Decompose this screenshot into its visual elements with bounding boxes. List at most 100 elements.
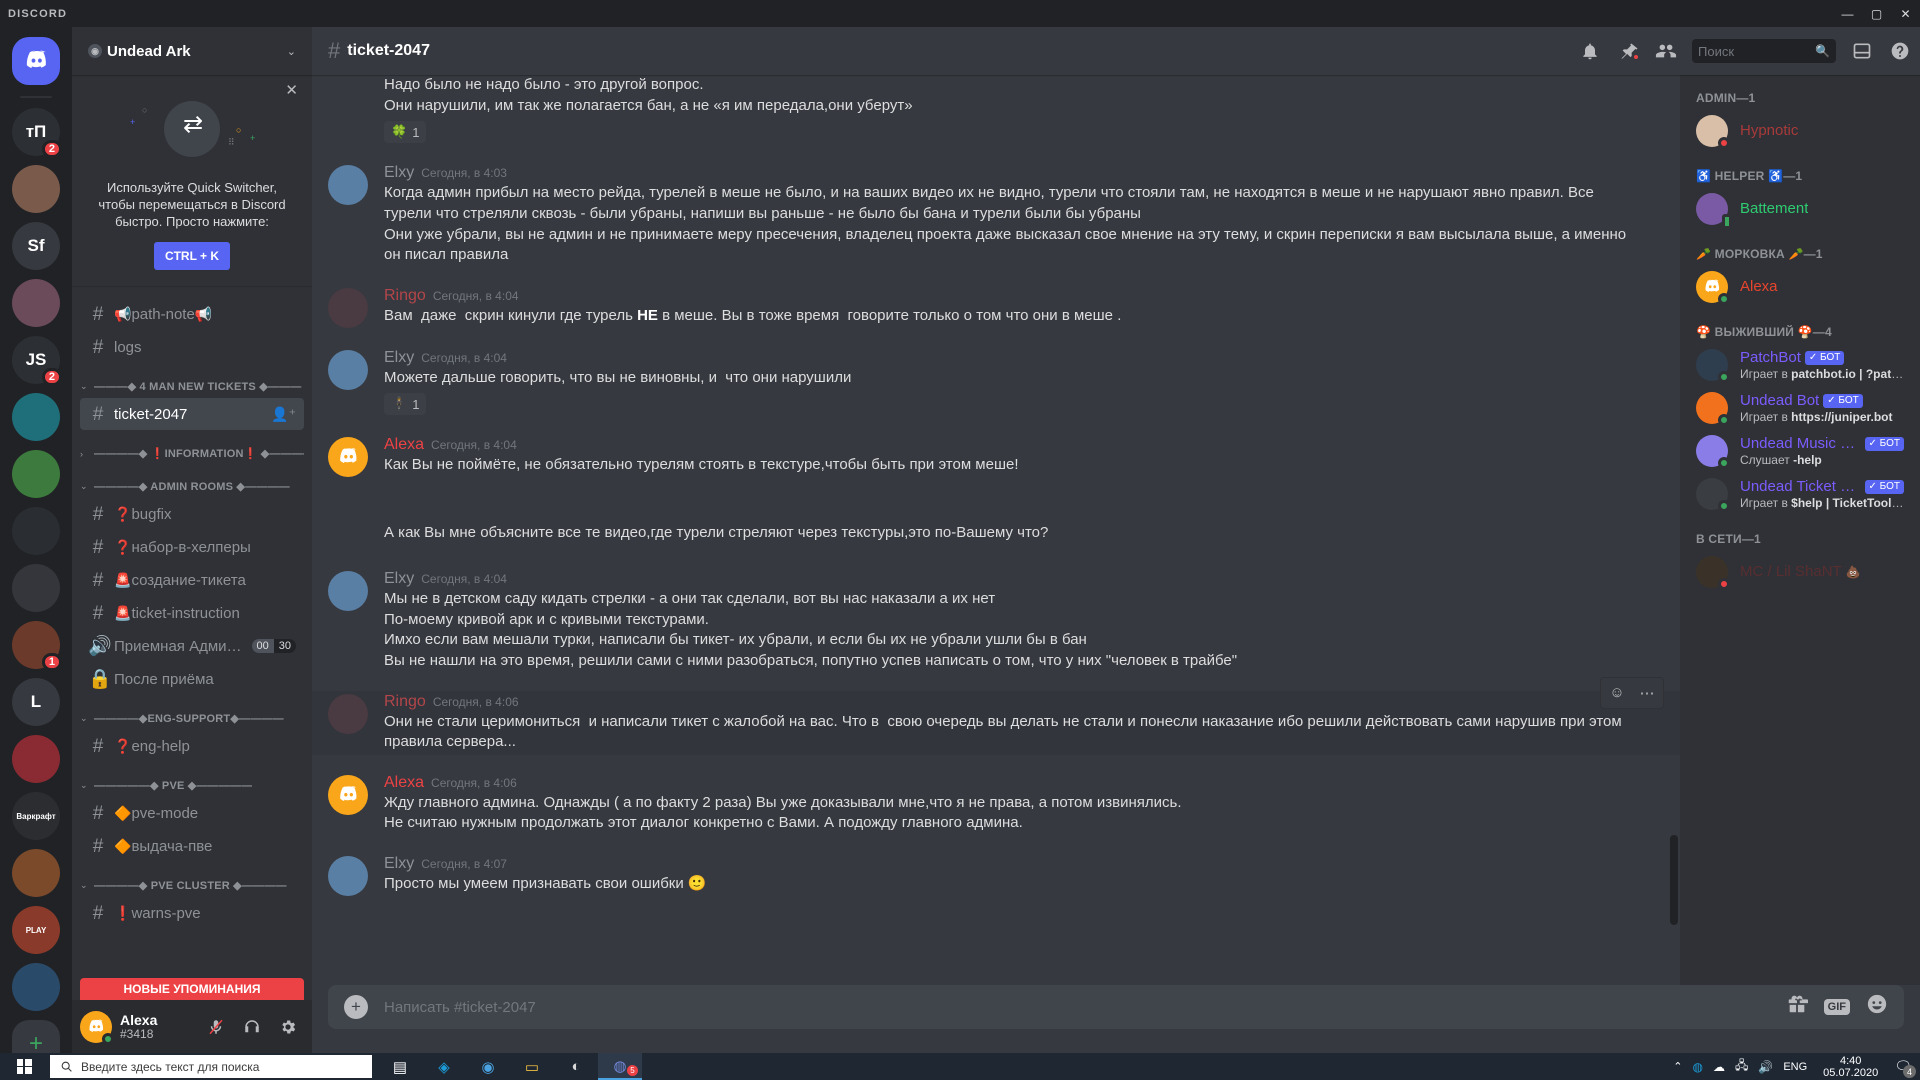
sidebar-item-priemnaya-admi[interactable]: 🔊 Приемная Адми… 00 30 bbox=[80, 630, 304, 662]
avatar[interactable] bbox=[328, 437, 368, 478]
sidebar-item-path-note[interactable]: # 📢path-note📢 bbox=[80, 298, 304, 330]
member-list[interactable]: ADMIN—1 Hypnotic ♿ HELPER ♿—1 Battement 🥕 МО… bbox=[1680, 75, 1920, 985]
tray-expand-icon[interactable]: ⌃ bbox=[1673, 1060, 1682, 1073]
pin-icon[interactable] bbox=[1616, 39, 1640, 63]
add-server-button[interactable]: + bbox=[12, 1020, 60, 1053]
opera-icon[interactable]: ◐ bbox=[554, 1053, 598, 1080]
guild-photo[interactable] bbox=[12, 165, 60, 213]
language-indicator[interactable]: ENG bbox=[1783, 1061, 1807, 1073]
avatar[interactable] bbox=[80, 1010, 114, 1045]
guild-fire[interactable] bbox=[12, 849, 60, 897]
member-list-item[interactable]: Undead Ticket B… ✓ БОТ Играет в $help | Ti… bbox=[1688, 473, 1912, 515]
message-input[interactable]: Написать #ticket-2047 bbox=[384, 999, 1770, 1016]
member-list-item[interactable]: Battement bbox=[1688, 188, 1912, 230]
new-mentions-banner[interactable]: НОВЫЕ УПОМИНАНИЯ bbox=[80, 978, 304, 1000]
minimize-button[interactable]: — bbox=[1833, 0, 1862, 27]
add-reaction-icon[interactable]: ☺ bbox=[1603, 680, 1631, 706]
task-view-icon[interactable]: ▤ bbox=[378, 1053, 422, 1080]
sidebar-item-sozdanie-tiketa[interactable]: # 🚨создание-тикета bbox=[80, 564, 304, 596]
sidebar-item-eng-help[interactable]: # ❓eng-help bbox=[80, 730, 304, 762]
sidebar-item-vydacha-pve[interactable]: # 🔶выдача-пве bbox=[80, 830, 304, 862]
mic-muted-icon[interactable] bbox=[200, 1011, 232, 1043]
add-member-icon[interactable]: 👤⁺ bbox=[271, 406, 296, 423]
sidebar-item-bugfix[interactable]: # ❓bugfix bbox=[80, 498, 304, 530]
guild-green[interactable] bbox=[12, 450, 60, 498]
quick-switcher-shortcut-button[interactable]: CTRL + K bbox=[154, 242, 230, 270]
search-icon[interactable]: 🔍 bbox=[1815, 44, 1830, 58]
member-list-item[interactable]: Alexa bbox=[1688, 266, 1912, 308]
guild-char[interactable]: 1 bbox=[12, 621, 62, 671]
guild-teal[interactable] bbox=[12, 393, 60, 441]
message-list[interactable]: Надо было не надо было - это другой вопр… bbox=[312, 75, 1680, 985]
attach-plus-icon[interactable]: + bbox=[344, 995, 368, 1019]
channel-list[interactable]: # 📢path-note📢 # logs ⌄ ———◆ 4 MAN NEW TICKETS… bbox=[72, 287, 312, 1000]
channel-category[interactable]: ⌄ ———◆ 4 MAN NEW TICKETS ◆——— bbox=[72, 364, 312, 397]
message-reaction[interactable]: 🕴 1 bbox=[384, 393, 427, 416]
channel-category[interactable]: ⌄ ————◆ ADMIN ROOMS ◆———— bbox=[72, 464, 312, 497]
home-discord-icon[interactable] bbox=[12, 37, 60, 85]
message-author[interactable]: Elxy bbox=[384, 855, 414, 873]
chrome-icon[interactable]: ◉ bbox=[466, 1053, 510, 1080]
gif-button[interactable]: GIF bbox=[1823, 999, 1850, 1015]
more-options-icon[interactable]: ⋯ bbox=[1633, 680, 1661, 706]
guild-sf[interactable]: Sf bbox=[12, 222, 60, 270]
member-list-item[interactable]: Hypnotic bbox=[1688, 110, 1912, 152]
avatar[interactable] bbox=[328, 774, 368, 815]
guild-warcraft[interactable]: Варкрафт bbox=[12, 792, 60, 840]
message-author[interactable]: Elxy bbox=[384, 164, 414, 182]
gear-icon[interactable] bbox=[272, 1011, 304, 1043]
avatar[interactable] bbox=[328, 287, 368, 328]
guild-diamond[interactable] bbox=[12, 564, 60, 612]
guild-play[interactable]: PLAY bbox=[12, 906, 60, 954]
member-list-item[interactable]: Undead Bot ✓ БОТ Играет в https://juniper.… bbox=[1688, 387, 1912, 429]
volume-icon[interactable]: 🔊 bbox=[1758, 1060, 1773, 1074]
bell-icon[interactable] bbox=[1578, 39, 1602, 63]
close-icon[interactable]: ✕ bbox=[285, 83, 298, 98]
sidebar-item-ticket-2047[interactable]: # ticket-2047 👤⁺ bbox=[80, 398, 304, 430]
clock[interactable]: 4:40 05.07.2020 bbox=[1817, 1055, 1884, 1079]
notification-center-icon[interactable]: 🗨 4 bbox=[1894, 1058, 1916, 1078]
message-author[interactable]: Alexa bbox=[384, 774, 424, 792]
onedrive-icon[interactable]: ☁ bbox=[1713, 1060, 1725, 1074]
sidebar-item-pve-mode[interactable]: # 🔶pve-mode bbox=[80, 797, 304, 829]
file-explorer-icon[interactable]: ▭ bbox=[510, 1053, 554, 1080]
skype-icon[interactable]: ◈ bbox=[422, 1053, 466, 1080]
channel-category[interactable]: › ————◆ ❗INFORMATION❗ ◆———— bbox=[72, 431, 312, 464]
search-input[interactable] bbox=[1698, 43, 1816, 59]
channel-category[interactable]: ⌄ ————◆ PVE CLUSTER ◆———— bbox=[72, 863, 312, 896]
emoji-icon[interactable] bbox=[1866, 993, 1888, 1021]
avatar[interactable] bbox=[328, 856, 368, 896]
guild-pink[interactable] bbox=[12, 279, 60, 327]
guild-l[interactable]: L bbox=[12, 678, 60, 726]
guild-red[interactable] bbox=[12, 735, 60, 783]
steam-tray-icon[interactable]: ◍ bbox=[1692, 1060, 1702, 1074]
member-list-item[interactable]: PatchBot ✓ БОТ Играет в patchbot.io | ?pat… bbox=[1688, 344, 1912, 386]
messages-scrollbar[interactable] bbox=[1670, 775, 1678, 985]
message-author[interactable]: Ringo bbox=[384, 693, 426, 711]
guild-dark[interactable] bbox=[12, 507, 60, 555]
sidebar-item-warns-pve[interactable]: # ❗warns-pve bbox=[80, 897, 304, 929]
start-button[interactable] bbox=[0, 1053, 48, 1080]
member-list-item[interactable]: Undead Music B… ✓ БОТ Слушает -help bbox=[1688, 430, 1912, 472]
guild-header[interactable]: ◉ Undead Ark ⌄ bbox=[72, 27, 312, 75]
guild-js[interactable]: JS 2 bbox=[12, 336, 62, 386]
avatar[interactable] bbox=[328, 571, 368, 611]
sidebar-item-nabor-v-helpery[interactable]: # ❓набор-в-хелперы bbox=[80, 531, 304, 563]
maximize-button[interactable]: ▢ bbox=[1862, 0, 1891, 27]
inbox-icon[interactable] bbox=[1850, 39, 1874, 63]
members-icon[interactable] bbox=[1654, 39, 1678, 63]
search-input-wrapper[interactable]: 🔍 bbox=[1692, 39, 1836, 63]
member-list-item[interactable]: MC / Lil ShaNT 💩 bbox=[1688, 551, 1912, 593]
message-reaction[interactable]: 🍀 1 bbox=[384, 121, 427, 144]
avatar[interactable] bbox=[328, 349, 368, 390]
guild-tn[interactable]: тП 2 bbox=[12, 108, 62, 158]
channel-category[interactable]: ⌄ —————◆ PVE ◆————— bbox=[72, 763, 312, 796]
gift-icon[interactable] bbox=[1786, 993, 1808, 1021]
discord-taskbar-icon[interactable]: ◍ 5 bbox=[598, 1053, 642, 1080]
chevron-down-icon[interactable]: ⌄ bbox=[287, 45, 296, 58]
help-icon[interactable] bbox=[1888, 39, 1912, 63]
message-author[interactable]: Alexa bbox=[384, 436, 424, 454]
network-icon[interactable]: 🖧 bbox=[1735, 1056, 1748, 1077]
close-button[interactable]: ✕ bbox=[1891, 0, 1920, 27]
message-composer[interactable]: + Написать #ticket-2047 GIF bbox=[328, 985, 1904, 1029]
